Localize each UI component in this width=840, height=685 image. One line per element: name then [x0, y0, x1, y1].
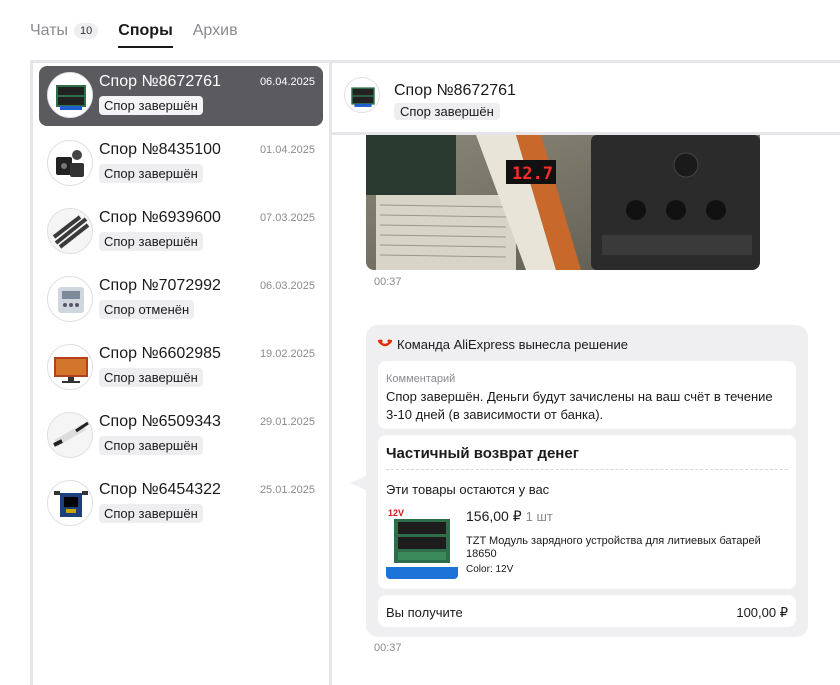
aliexpress-smile-icon [377, 337, 393, 352]
chat-panel[interactable]: Спор №8672761 Спор завершён 12.7 00:37 К… [332, 60, 840, 685]
product-image[interactable]: 12V [386, 507, 458, 579]
receive-label: Вы получите [386, 605, 463, 620]
dispute-title: Спор №6602985 [99, 345, 221, 362]
product-qty: 1 шт [525, 509, 553, 524]
product-price-value: 156,00 ₽ [466, 508, 522, 524]
status-badge: Спор завершён [99, 368, 203, 387]
dispute-item[interactable]: Спор №8672761 06.04.2025 Спор завершён [39, 66, 323, 126]
dispute-title: Спор №6939600 [99, 209, 221, 226]
unread-badge: 10 [74, 23, 99, 39]
dispute-date: 19.02.2025 [259, 348, 315, 360]
board-icon [47, 480, 93, 526]
disputes-list[interactable]: Спор №8672761 06.04.2025 Спор завершён С… [30, 60, 332, 685]
dispute-title: Спор №8672761 [99, 73, 221, 90]
monitor-icon [47, 344, 93, 390]
comment-text: Спор завершён. Деньги будут зачислены на… [386, 389, 773, 422]
remain-text: Эти товары остаются у вас [386, 482, 550, 497]
tab-chats-label: Чаты [30, 22, 69, 39]
chat-title: Спор №8672761 [394, 82, 516, 99]
tab-chats[interactable]: Чаты 10 [30, 16, 99, 46]
dispute-item[interactable]: Спор №6602985 19.02.2025 Спор завершён [39, 338, 323, 398]
decision-message: Команда AliExpress вынесла решение Комме… [366, 325, 808, 637]
status-badge: Спор завершён [99, 164, 203, 183]
dispute-item[interactable]: Спор №6454322 25.01.2025 Спор завершён [39, 474, 323, 534]
charger-board-icon [47, 72, 93, 118]
message-time: 00:37 [374, 642, 402, 654]
cables-icon [47, 208, 93, 254]
dispute-item[interactable]: Спор №8435100 01.04.2025 Спор завершён [39, 134, 323, 194]
status-badge: Спор завершён [99, 436, 203, 455]
refund-title: Частичный возврат денег [386, 445, 579, 462]
voltmeter-readout: 12.7 [512, 164, 553, 184]
dispute-date: 06.03.2025 [259, 280, 315, 292]
bubble-tail [350, 476, 366, 490]
dispute-item[interactable]: Спор №7072992 06.03.2025 Спор отменён [39, 270, 323, 330]
device-icon [47, 276, 93, 322]
product-voltage-label: 12V [388, 508, 404, 518]
chat-status-badge: Спор завершён [394, 103, 500, 120]
dispute-title: Спор №7072992 [99, 277, 221, 294]
dispute-date: 01.04.2025 [259, 144, 315, 156]
tab-disputes[interactable]: Споры [118, 16, 174, 48]
product-color: Color: 12V [466, 564, 514, 575]
decision-header-text: Команда AliExpress вынесла решение [397, 337, 628, 352]
message-time: 00:37 [374, 276, 402, 288]
dispute-date: 07.03.2025 [259, 212, 315, 224]
product-price: 156,00 ₽1 шт [466, 508, 553, 525]
charger-board-icon [344, 77, 380, 113]
status-badge: Спор завершён [99, 96, 203, 115]
tab-bar: Чаты 10 Споры Архив [30, 16, 238, 48]
dispute-item[interactable]: Спор №6939600 07.03.2025 Спор завершён [39, 202, 323, 262]
dispute-title: Спор №6454322 [99, 481, 221, 498]
dispute-item[interactable]: Спор №6509343 29.01.2025 Спор завершён [39, 406, 323, 466]
divider [386, 469, 788, 470]
status-badge: Спор завершён [99, 504, 203, 523]
comment-card: Комментарий Спор завершён. Деньги будут … [378, 361, 796, 429]
status-badge: Спор отменён [99, 300, 195, 319]
decision-header: Команда AliExpress вынесла решение [377, 337, 628, 352]
dispute-date: 25.01.2025 [259, 484, 315, 496]
tab-disputes-label: Споры [118, 22, 173, 39]
dispute-date: 06.04.2025 [259, 76, 315, 88]
tab-archive[interactable]: Архив [193, 16, 238, 46]
tool-icon [47, 412, 93, 458]
receive-amount: 100,00 ₽ [736, 605, 788, 620]
comment-label: Комментарий [386, 373, 456, 385]
receive-card: Вы получите 100,00 ₽ [378, 595, 796, 627]
status-badge: Спор завершён [99, 232, 203, 251]
dispute-title: Спор №6509343 [99, 413, 221, 430]
dispute-title: Спор №8435100 [99, 141, 221, 158]
tab-archive-label: Архив [192, 22, 238, 39]
refund-card: Частичный возврат денег Эти товары остаю… [378, 435, 796, 589]
chat-header: Спор №8672761 Спор завершён [332, 63, 840, 135]
product-name[interactable]: TZT Модуль зарядного устройства для лити… [466, 535, 786, 561]
attached-photo[interactable]: 12.7 [366, 135, 760, 270]
camera-box-icon [47, 140, 93, 186]
dispute-date: 29.01.2025 [259, 416, 315, 428]
